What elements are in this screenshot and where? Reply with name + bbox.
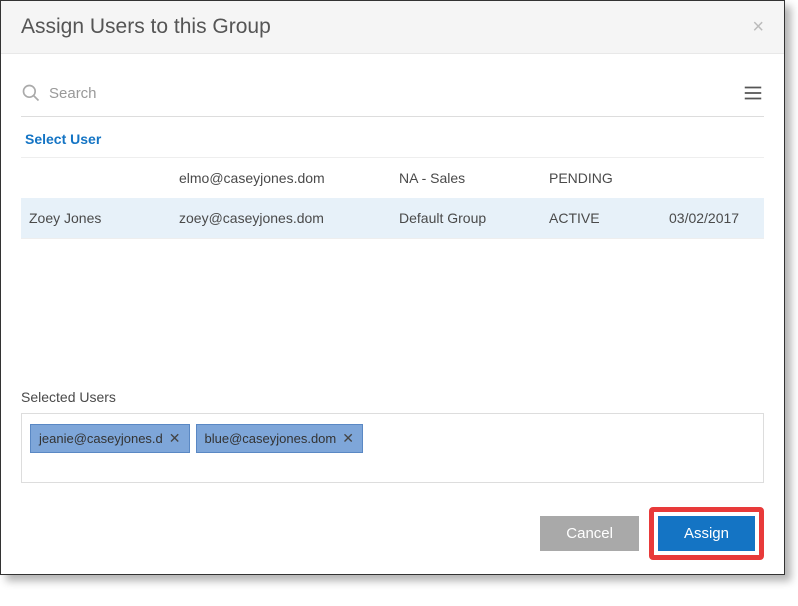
user-name-cell: Zoey Jones (21, 198, 171, 239)
search-placeholder: Search (49, 85, 97, 102)
modal-footer: Cancel Assign (1, 493, 784, 574)
user-chip: jeanie@caseyjones.d ✕ (30, 424, 190, 453)
table-row[interactable]: Zoey Jones zoey@caseyjones.dom Default G… (21, 198, 764, 239)
user-table: elmo@caseyjones.dom NA - Sales PENDING Z… (21, 157, 764, 239)
user-status-cell: PENDING (541, 158, 661, 199)
chip-label: blue@caseyjones.dom (205, 431, 337, 446)
remove-chip-icon[interactable]: ✕ (169, 430, 181, 447)
user-group-cell: NA - Sales (391, 158, 541, 199)
user-email-cell: elmo@caseyjones.dom (171, 158, 391, 199)
search-input[interactable]: Search (21, 83, 97, 103)
user-email-cell: zoey@caseyjones.dom (171, 198, 391, 239)
remove-chip-icon[interactable]: ✕ (342, 430, 354, 447)
modal-title: Assign Users to this Group (21, 15, 271, 39)
assign-button[interactable]: Assign (658, 516, 755, 551)
search-icon (21, 83, 41, 103)
modal-header: Assign Users to this Group × (1, 1, 784, 54)
table-row[interactable]: elmo@caseyjones.dom NA - Sales PENDING (21, 158, 764, 199)
modal-body: Search Select User elmo@caseyjones.dom N… (1, 54, 784, 493)
close-icon[interactable]: × (752, 16, 764, 39)
search-row: Search (21, 74, 764, 117)
user-status-cell: ACTIVE (541, 198, 661, 239)
user-date-cell (661, 158, 764, 199)
selected-users-box[interactable]: jeanie@caseyjones.d ✕ blue@caseyjones.do… (21, 413, 764, 483)
chip-label: jeanie@caseyjones.d (39, 431, 163, 446)
assign-button-highlight: Assign (649, 507, 764, 560)
selected-users-section: Selected Users jeanie@caseyjones.d ✕ blu… (21, 389, 764, 493)
assign-users-modal: Assign Users to this Group × Search Sele… (0, 0, 785, 575)
select-user-heading: Select User (21, 117, 764, 157)
hamburger-menu-icon[interactable] (742, 82, 764, 104)
user-group-cell: Default Group (391, 198, 541, 239)
user-name-cell (21, 158, 171, 199)
cancel-button[interactable]: Cancel (540, 516, 639, 551)
selected-users-label: Selected Users (21, 389, 764, 405)
user-date-cell: 03/02/2017 (661, 198, 764, 239)
user-chip: blue@caseyjones.dom ✕ (196, 424, 363, 453)
